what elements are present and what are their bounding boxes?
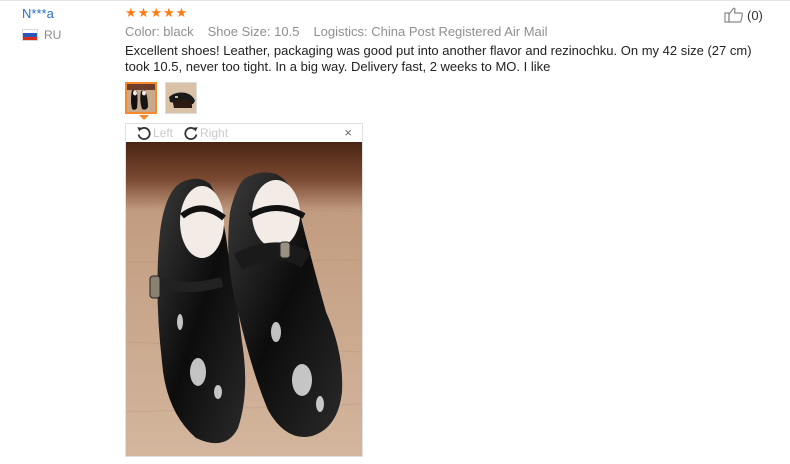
country-code: RU [44, 28, 62, 42]
thumbs-up-icon [724, 7, 743, 23]
review-photo [126, 142, 362, 456]
attribute-color: Color: black [125, 24, 194, 39]
rotate-right-icon [184, 127, 198, 140]
helpful-button[interactable]: (0) [724, 7, 763, 23]
photo-viewer: Left Right × [125, 123, 363, 457]
russia-flag-icon [22, 29, 38, 41]
photo-thumbnail-1[interactable] [125, 82, 157, 114]
close-icon[interactable]: × [344, 126, 352, 140]
rotate-left-icon [137, 127, 151, 140]
photo-thumbnails [125, 82, 197, 114]
star-icon: ★ [175, 5, 188, 20]
photo-viewer-toolbar: Left Right × [126, 124, 362, 142]
shoes-photo-image [126, 142, 362, 456]
rotate-left-label: Left [153, 126, 174, 140]
rotate-right-button[interactable]: Right [183, 125, 228, 141]
star-icon: ★ [162, 5, 175, 20]
reviewer-name[interactable]: N***a [22, 6, 54, 21]
shoe-thumbnail-image [166, 83, 196, 113]
rotate-left-button[interactable]: Left [136, 125, 173, 141]
selected-thumbnail-indicator [139, 115, 149, 120]
reviewer-country: RU [22, 28, 61, 42]
order-attributes: Color: black Shoe Size: 10.5 Logistics: … [125, 24, 548, 39]
star-icon: ★ [150, 5, 162, 20]
attribute-shoe-size: Shoe Size: 10.5 [207, 24, 300, 39]
rotate-right-label: Right [200, 126, 229, 140]
shoe-thumbnail-image [127, 84, 155, 112]
attribute-logistics: Logistics: China Post Registered Air Mai… [313, 24, 548, 39]
star-rating: ★ ★ ★ ★ ★ [125, 6, 187, 20]
review-text: Excellent shoes! Leather, packaging was … [125, 43, 752, 74]
photo-thumbnail-2[interactable] [165, 82, 197, 114]
review-divider [0, 0, 790, 1]
star-icon: ★ [125, 5, 137, 20]
star-icon: ★ [137, 5, 150, 20]
helpful-count: (0) [747, 7, 763, 23]
